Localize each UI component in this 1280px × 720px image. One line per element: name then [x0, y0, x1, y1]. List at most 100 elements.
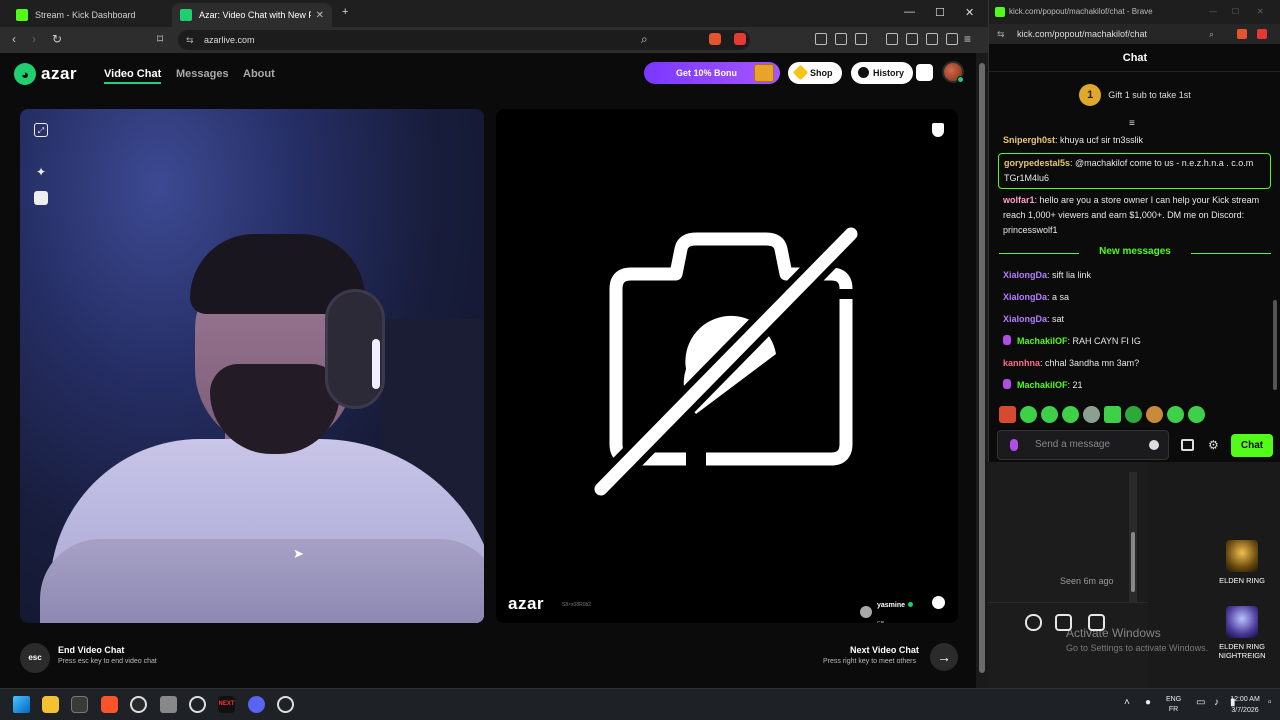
- magic-wand-icon[interactable]: ✦: [34, 165, 48, 179]
- chat-username[interactable]: Snipergh0st: [1003, 135, 1055, 145]
- scrollbar-thumb[interactable]: [979, 63, 985, 673]
- site-info-icon[interactable]: ⇆: [997, 24, 1005, 44]
- tab-kick-dashboard[interactable]: Stream - Kick Dashboard: [8, 3, 168, 27]
- chat-send-button[interactable]: Chat: [1231, 434, 1273, 457]
- emote-icon[interactable]: [1104, 406, 1121, 423]
- network-icon[interactable]: ▭: [1196, 697, 1205, 708]
- inbox-icon[interactable]: [916, 64, 933, 81]
- microphone-icon[interactable]: [1010, 439, 1018, 451]
- maximize-icon[interactable]: ☐: [935, 6, 945, 19]
- desktop-icon-elden-ring[interactable]: ELDEN RING: [1214, 540, 1270, 585]
- leo-ai-icon[interactable]: [926, 33, 938, 45]
- next-app-icon[interactable]: NEXT: [218, 696, 235, 713]
- maximize-icon[interactable]: ☐: [1232, 0, 1239, 24]
- notification-icon[interactable]: ▫: [1268, 697, 1272, 708]
- nav-messages[interactable]: Messages: [176, 68, 229, 80]
- user-avatar[interactable]: [942, 61, 964, 83]
- minimize-icon[interactable]: —: [1209, 0, 1217, 24]
- send-message-input[interactable]: Send a message: [997, 430, 1169, 460]
- emote-icon[interactable]: [1125, 406, 1142, 423]
- reload-icon[interactable]: ↻: [52, 32, 62, 46]
- report-shield-icon[interactable]: [932, 123, 944, 137]
- emote-icon[interactable]: [1146, 406, 1163, 423]
- nav-video-chat[interactable]: Video Chat: [104, 68, 162, 84]
- chat-url-bar[interactable]: ⇆ kick.com/popout/machakilof/chat ⌕: [989, 24, 1280, 44]
- extensions-icon[interactable]: [835, 33, 847, 45]
- next-video-chat-title[interactable]: Next Video Chat: [850, 645, 919, 655]
- sidebar-icon[interactable]: [886, 33, 898, 45]
- back-icon[interactable]: ‹: [12, 32, 16, 46]
- brave-rewards-icon[interactable]: [734, 33, 746, 45]
- chat-username[interactable]: MachakilOF: [1017, 380, 1068, 390]
- emote-icon[interactable]: [1167, 406, 1184, 423]
- esc-button[interactable]: esc: [20, 643, 50, 673]
- chat-username[interactable]: gorypedestal5s: [1004, 158, 1070, 168]
- scrollbar-thumb[interactable]: [1131, 532, 1135, 592]
- emote-icon[interactable]: [1062, 406, 1079, 423]
- close-tab-icon[interactable]: ✕: [316, 10, 324, 21]
- emote-icon[interactable]: [1020, 406, 1037, 423]
- emote-icon[interactable]: [1188, 406, 1205, 423]
- g-app-icon[interactable]: [189, 696, 206, 713]
- tray-overflow-icon[interactable]: ˄: [1124, 697, 1130, 708]
- tab-azar[interactable]: Azar: Video Chat with New Pe ✕: [172, 3, 332, 27]
- url-field[interactable]: ⇆ azarlive.com: [178, 30, 750, 50]
- gift-sub-banner[interactable]: 1 Gift 1 sub to take 1st: [989, 82, 1280, 108]
- scrollbar-thumb[interactable]: [1273, 300, 1277, 390]
- store-icon[interactable]: [71, 696, 88, 713]
- g-app-icon[interactable]: [277, 696, 294, 713]
- chat-scrollbar[interactable]: [1273, 120, 1279, 400]
- filter-icon[interactable]: ≡: [1129, 118, 1135, 129]
- shop-button[interactable]: Shop: [788, 62, 842, 84]
- page-scrollbar[interactable]: [976, 53, 988, 688]
- desktop-icon-elden-ring-nightreign[interactable]: ELDEN RING NIGHTREIGN: [1214, 606, 1270, 660]
- chat-username[interactable]: XialongDa: [1003, 314, 1047, 324]
- history-button[interactable]: History: [851, 62, 914, 84]
- media-icon[interactable]: [855, 33, 867, 45]
- brave-shields-icon[interactable]: [1237, 29, 1247, 39]
- file-explorer-icon[interactable]: [42, 696, 59, 713]
- chat-username[interactable]: kannhna: [1003, 358, 1040, 368]
- azar-logo[interactable]: ◕ azar: [14, 63, 77, 85]
- expand-icon[interactable]: ⤢: [34, 123, 48, 137]
- volume-icon[interactable]: ♪: [1214, 697, 1219, 708]
- chat-username[interactable]: MachakilOF: [1017, 336, 1068, 346]
- discord-icon[interactable]: [248, 696, 265, 713]
- microphone-icon[interactable]: [1025, 614, 1042, 631]
- brave-shields-icon[interactable]: [709, 33, 721, 45]
- menu-icon[interactable]: ≡: [964, 32, 971, 46]
- forward-icon[interactable]: ›: [32, 32, 36, 46]
- brave-rewards-icon[interactable]: [1257, 29, 1267, 39]
- wallet-icon[interactable]: [906, 33, 918, 45]
- store-icon[interactable]: [1181, 439, 1194, 451]
- minimize-icon[interactable]: —: [904, 6, 915, 18]
- bonus-button[interactable]: Get 10% Bonu: [644, 62, 780, 84]
- chat-username[interactable]: wolfar1: [1003, 195, 1035, 205]
- zoom-icon[interactable]: ⌕: [641, 32, 648, 47]
- microphone-icon[interactable]: ●: [1145, 697, 1151, 708]
- emote-icon[interactable]: [1083, 406, 1100, 423]
- gear-icon[interactable]: ⚙: [1208, 438, 1219, 452]
- vpn-shield-icon[interactable]: [946, 33, 958, 45]
- cube-app-icon[interactable]: [160, 696, 177, 713]
- emoji-icon[interactable]: [1149, 440, 1159, 450]
- nav-about[interactable]: About: [243, 68, 275, 80]
- end-video-chat-title[interactable]: End Video Chat: [58, 645, 124, 655]
- close-window-icon[interactable]: ✕: [965, 6, 974, 19]
- close-window-icon[interactable]: ✕: [1257, 0, 1264, 24]
- zoom-icon[interactable]: ⌕: [1209, 24, 1214, 44]
- windows-start-icon[interactable]: [13, 696, 30, 713]
- vpn-icon[interactable]: [815, 33, 827, 45]
- emote-icon[interactable]: [999, 406, 1016, 423]
- obs-icon[interactable]: [130, 696, 147, 713]
- bookmark-icon[interactable]: ⌑: [157, 32, 163, 46]
- clock[interactable]: 12:00 AM 3/7/2026: [1226, 694, 1264, 716]
- new-tab-icon[interactable]: +: [342, 6, 348, 18]
- chat-username[interactable]: XialongDa: [1003, 270, 1047, 280]
- chat-bubble-icon[interactable]: [932, 596, 945, 609]
- chat-username[interactable]: XialongDa: [1003, 292, 1047, 302]
- emote-icon[interactable]: [1041, 406, 1058, 423]
- language-indicator[interactable]: ENG FR: [1166, 695, 1181, 715]
- brave-icon[interactable]: [101, 696, 118, 713]
- site-info-icon[interactable]: ⇆: [186, 30, 194, 50]
